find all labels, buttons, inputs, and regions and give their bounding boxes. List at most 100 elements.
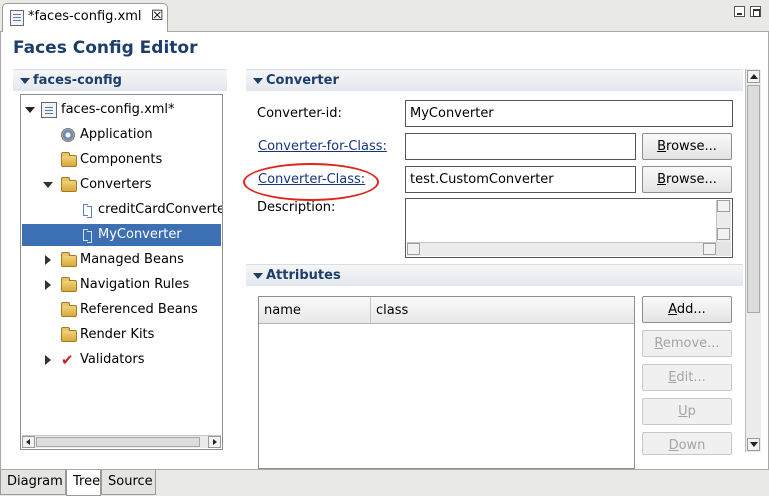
close-icon[interactable]: ☒ [151,8,164,24]
tree-item-label: Managed Beans [80,252,184,267]
expand-icon[interactable] [45,355,51,365]
scroll-right-icon[interactable] [208,436,221,448]
tree-item-application[interactable]: Application [21,124,222,146]
button-label: rowse... [666,172,717,187]
tree-horizontal-scrollbar[interactable] [22,435,221,448]
converter-section-header[interactable]: Converter [246,69,743,91]
tree-item-converters[interactable]: Converters [21,174,222,196]
attributes-section-title: Attributes [266,268,341,283]
tree-item-label: Navigation Rules [80,277,190,292]
folder-icon [61,277,77,292]
tree-item-label: Render Kits [80,327,155,342]
converter-icon [81,227,93,243]
remove-attribute-button[interactable]: Remove... [642,330,732,357]
folder-icon [61,327,77,342]
faces-config-section-header[interactable]: faces-config [13,69,227,91]
converter-section-title: Converter [266,73,339,88]
faces-config-tree: faces-config.xml* Application Components… [20,94,223,450]
folder-icon [61,152,77,167]
attributes-table-header: name class [259,297,634,324]
tree-item-label: Converters [80,177,152,192]
attributes-table[interactable]: name class [258,296,635,469]
tree-item-label: Referenced Beans [80,302,198,317]
column-header-name[interactable]: name [259,297,371,324]
scroll-down-icon[interactable] [717,228,730,240]
tree-item-label: faces-config.xml* [61,102,175,117]
scroll-down-icon[interactable] [747,438,760,451]
faces-config-editor: Faces Config Editor faces-config faces-c… [0,32,769,469]
tree-item-render-kits[interactable]: Render Kits [21,324,222,346]
chevron-down-icon [253,78,263,84]
tab-diagram[interactable]: Diagram [0,470,66,495]
button-label: rowse... [666,139,717,154]
window-controls [734,6,766,21]
tree-item-referenced-beans[interactable]: Referenced Beans [21,299,222,321]
checkmark-icon: ✔ [61,351,74,369]
tree-item-components[interactable]: Components [21,149,222,171]
add-attribute-button[interactable]: Add... [642,296,732,323]
button-label: own [678,438,706,453]
editor-tab-faces-config[interactable]: *faces-config.xml ☒ [2,3,168,32]
chevron-down-icon [253,273,263,279]
mnemonic: D [668,438,679,453]
tree-item-label: Components [80,152,163,167]
scroll-thumb[interactable] [747,85,760,313]
button-label: dit... [676,370,706,385]
xml-file-icon [10,10,24,26]
converter-class-field[interactable]: test.CustomConverter [405,166,636,193]
scroll-thumb[interactable] [36,437,200,447]
xml-file-icon [41,102,57,118]
scroll-left-icon[interactable] [407,243,420,255]
mnemonic: A [668,302,677,317]
attributes-section-header[interactable]: Attributes [246,264,743,286]
mnemonic: B [657,172,667,187]
mnemonic: R [654,336,663,351]
tab-tree[interactable]: Tree [66,470,101,496]
converter-id-label: Converter-id: [257,106,342,121]
scroll-right-icon[interactable] [703,243,716,255]
move-up-button[interactable]: Up [642,398,732,425]
description-textarea[interactable] [405,198,733,258]
mnemonic: B [657,139,667,154]
description-label: Description: [257,200,336,215]
collapse-icon[interactable] [25,107,35,113]
tree-item-managed-beans[interactable]: Managed Beans [21,249,222,271]
minimize-icon[interactable] [734,6,745,17]
tab-source[interactable]: Source [101,470,156,495]
scrollbar-corner [716,242,731,256]
expand-icon[interactable] [45,255,51,265]
editor-tab-title: *faces-config.xml [28,9,142,24]
browse-for-class-button[interactable]: Browse... [642,133,732,160]
expand-icon[interactable] [45,280,51,290]
button-label: dd... [676,302,706,317]
tree-item-validators[interactable]: ✔ Validators [21,349,222,371]
tree-item-label: Validators [80,352,145,367]
scroll-up-icon[interactable] [747,70,760,83]
column-header-class[interactable]: class [371,297,634,324]
tree-item-myconverter[interactable]: MyConverter [22,224,221,246]
tree-item-faces-config-xml[interactable]: faces-config.xml* [21,99,222,121]
collapse-icon[interactable] [43,182,53,188]
editor-tab-strip: *faces-config.xml ☒ [0,0,769,32]
description-horizontal-scrollbar[interactable] [407,242,716,256]
browse-class-button[interactable]: Browse... [642,166,732,193]
converter-for-class-link[interactable]: Converter-for-Class: [258,139,387,154]
converter-id-field[interactable]: MyConverter [405,100,733,127]
editor-title: Faces Config Editor [13,38,198,58]
tree-item-creditcardconverter[interactable]: creditCardConverter [21,199,222,221]
edit-attribute-button[interactable]: Edit... [642,364,732,391]
scroll-left-icon[interactable] [22,436,35,448]
tree-item-navigation-rules[interactable]: Navigation Rules [21,274,222,296]
tree-item-label: Application [80,127,153,142]
description-vertical-scrollbar[interactable] [716,200,731,242]
folder-icon [61,177,77,192]
maximize-icon[interactable] [750,6,761,17]
move-down-button[interactable]: Down [642,432,732,455]
gear-icon [61,128,75,142]
converter-for-class-field[interactable] [405,133,636,160]
faces-config-section-title: faces-config [33,73,122,88]
editor-vertical-scrollbar[interactable] [745,69,761,452]
converter-class-link[interactable]: Converter-Class: [258,172,365,187]
button-label: emove... [662,336,720,351]
scroll-up-icon[interactable] [717,200,730,212]
